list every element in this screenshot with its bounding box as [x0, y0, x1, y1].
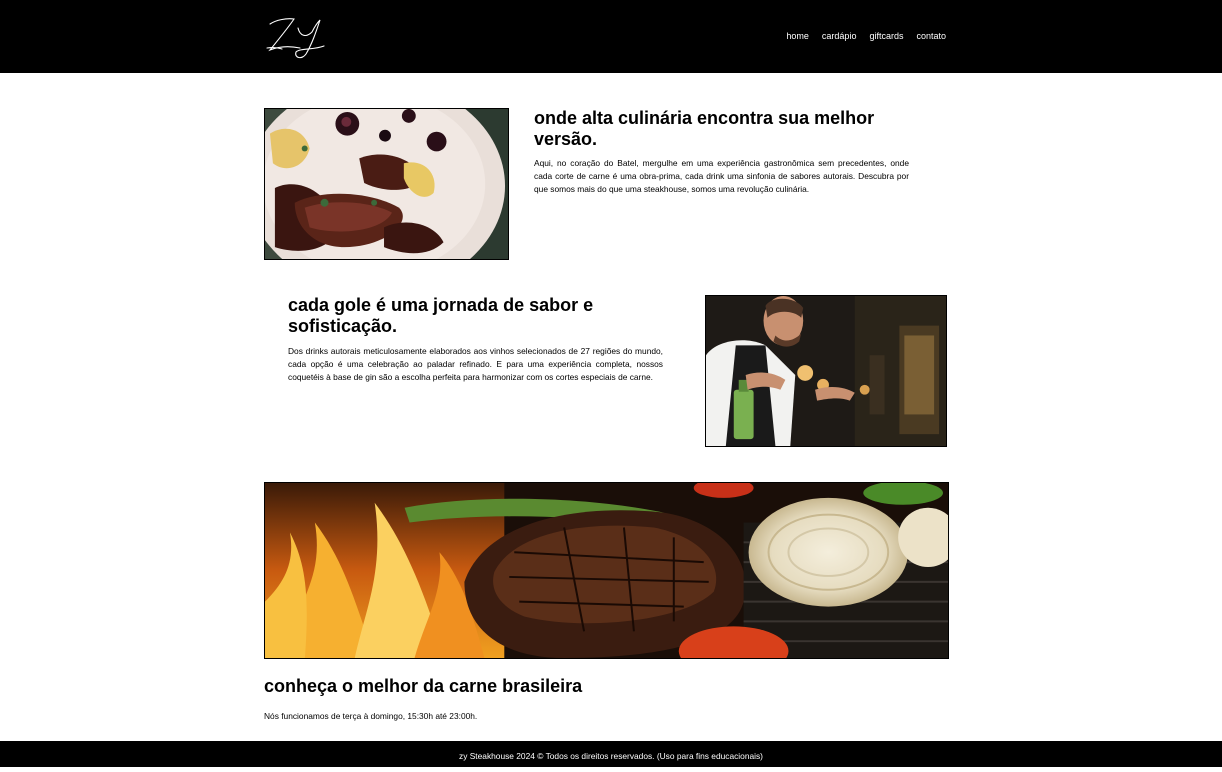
logo[interactable]: [264, 10, 334, 62]
nav-home-link[interactable]: home: [786, 30, 809, 42]
logo-signature-icon: [266, 18, 325, 59]
site-header: home cardápio giftcards contato: [0, 0, 1222, 73]
section-1-text: Aqui, no coração do Batel, mergulhe em u…: [534, 158, 909, 194]
main-nav: home cardápio giftcards contato: [786, 30, 946, 42]
opening-hours-text: Nós funcionamos de terça à domingo, 15:3…: [264, 711, 478, 721]
section-1-title: onde alta culinária encontra sua melhor …: [534, 108, 875, 149]
section-2-text: Dos drinks autorais meticulosamente elab…: [288, 346, 663, 382]
section-2-title: cada gole é uma jornada de sabor e sofis…: [288, 295, 594, 336]
nav-giftcards-link[interactable]: giftcards: [869, 30, 903, 42]
grill-steak-banner-image: [264, 482, 949, 659]
dish-plate-image: [264, 108, 509, 260]
site-footer: zy Steakhouse 2024 © Todos os direitos r…: [0, 741, 1222, 767]
footer-copyright: zy Steakhouse 2024 © Todos os direitos r…: [459, 751, 763, 761]
nav-cardapio-link[interactable]: cardápio: [822, 30, 857, 42]
nav-contato-link[interactable]: contato: [916, 30, 946, 42]
section-3-title: conheça o melhor da carne brasileira: [264, 676, 583, 696]
bartender-image: [705, 295, 947, 447]
